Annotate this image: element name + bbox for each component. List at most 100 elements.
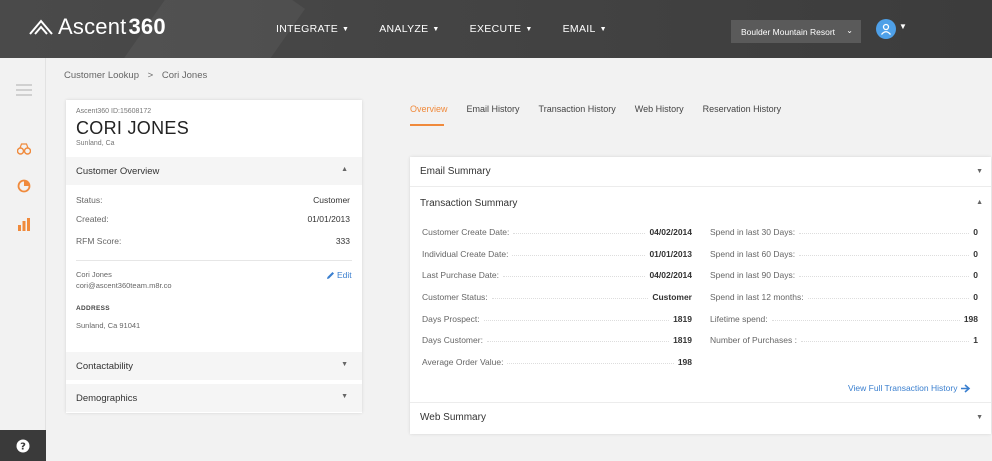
transaction-summary-header[interactable]: Transaction Summary ▲ xyxy=(410,188,991,218)
contactability-title: Contactability xyxy=(76,360,134,372)
tab-email-history[interactable]: Email History xyxy=(467,104,520,114)
detail-tabs: Overview Email History Transaction Histo… xyxy=(410,104,800,114)
tx-row-spend-60: Spend in last 60 Days: 0 xyxy=(710,249,978,259)
pencil-icon xyxy=(327,271,334,279)
status-label: Status: xyxy=(76,195,103,205)
nav-integrate-label: INTEGRATE xyxy=(276,23,339,35)
address-value: Sunland, Ca 91041 xyxy=(76,321,141,330)
email-summary-title: Email Summary xyxy=(420,166,491,177)
binoculars-icon[interactable] xyxy=(16,141,32,157)
pie-chart-icon[interactable] xyxy=(16,178,32,194)
chevron-down-icon: ▼ xyxy=(342,25,350,33)
tx-label: Customer Create Date: xyxy=(422,227,510,237)
edit-contact-button[interactable]: Edit xyxy=(326,270,352,280)
tx-label: Lifetime spend: xyxy=(710,314,768,324)
customer-overview-title: Customer Overview xyxy=(76,165,160,177)
tx-row-last-purchase: Last Purchase Date: 04/02/2014 xyxy=(422,270,692,280)
tx-value: 0 xyxy=(973,249,978,259)
email-summary-header[interactable]: Email Summary ▼ xyxy=(410,157,991,187)
customer-location: Sunland, Ca xyxy=(76,140,115,147)
top-nav-bar: Ascent 360 INTEGRATE ▼ ANALYZE ▼ EXECUTE ▼ E… xyxy=(0,0,992,58)
nav-email[interactable]: EMAIL ▼ xyxy=(563,23,607,35)
edit-label: Edit xyxy=(337,270,352,280)
tx-label: Individual Create Date: xyxy=(422,249,509,259)
tx-value: 1819 xyxy=(673,314,692,324)
tx-row-customer-create: Customer Create Date: 04/02/2014 xyxy=(422,227,692,237)
contactability-header[interactable]: Contactability ▼ xyxy=(66,352,362,380)
view-full-transaction-history-link[interactable]: View Full Transaction History xyxy=(848,383,971,393)
tx-value: 01/01/2013 xyxy=(649,249,692,259)
tx-value: 04/02/2014 xyxy=(649,270,692,280)
user-menu-caret-icon[interactable]: ▼ xyxy=(899,22,907,31)
chevron-down-icon: ▼ xyxy=(976,414,983,421)
chevron-down-icon: ▼ xyxy=(432,25,440,33)
rfm-score-label: RFM Score: xyxy=(76,236,122,246)
tab-web-history[interactable]: Web History xyxy=(635,104,684,114)
chevron-down-icon: ▼ xyxy=(341,393,348,400)
tx-value: 04/02/2014 xyxy=(649,227,692,237)
customer-overview-header[interactable]: Customer Overview ▲ xyxy=(66,157,362,185)
tx-row-days-customer: Days Customer: 1819 xyxy=(422,335,692,345)
tab-overview[interactable]: Overview xyxy=(410,104,448,114)
demographics-header[interactable]: Demographics ▼ xyxy=(66,384,362,412)
summary-card: Email Summary ▼ Transaction Summary ▲ Cu… xyxy=(410,157,991,434)
nav-analyze-label: ANALYZE xyxy=(379,23,429,35)
demographics-title: Demographics xyxy=(76,392,138,404)
chevron-up-icon: ▲ xyxy=(976,199,983,206)
arrow-right-icon xyxy=(961,383,971,393)
tx-row-individual-create: Individual Create Date: 01/01/2013 xyxy=(422,249,692,259)
nav-execute[interactable]: EXECUTE ▼ xyxy=(470,23,533,35)
app-logo[interactable]: Ascent 360 xyxy=(28,14,166,40)
breadcrumb-root-link[interactable]: Customer Lookup xyxy=(64,70,139,81)
main-nav: INTEGRATE ▼ ANALYZE ▼ EXECUTE ▼ EMAIL ▼ xyxy=(276,0,637,58)
tx-row-customer-status: Customer Status: Customer xyxy=(422,292,692,302)
status-value: Customer xyxy=(313,195,350,205)
view-full-label: View Full Transaction History xyxy=(848,383,958,393)
nav-analyze[interactable]: ANALYZE ▼ xyxy=(379,23,439,35)
tx-value: 198 xyxy=(677,357,692,367)
logo-text: Ascent xyxy=(58,14,127,39)
user-icon xyxy=(880,23,892,35)
left-rail xyxy=(0,58,46,461)
tx-label: Spend in last 12 months: xyxy=(710,292,804,302)
active-tab-indicator xyxy=(410,124,444,126)
tx-value: 1819 xyxy=(673,335,692,345)
chevron-down-icon: ▼ xyxy=(341,361,348,368)
web-summary-header[interactable]: Web Summary ▼ xyxy=(410,402,991,432)
user-avatar[interactable] xyxy=(876,19,896,39)
tx-label: Days Customer: xyxy=(422,335,483,345)
created-label: Created: xyxy=(76,214,109,224)
tab-transaction-history[interactable]: Transaction History xyxy=(539,104,616,114)
created-value: 01/01/2013 xyxy=(307,214,350,224)
customer-name: CORI JONES xyxy=(76,118,190,138)
tx-row-lifetime: Lifetime spend: 198 xyxy=(710,314,978,324)
nav-integrate[interactable]: INTEGRATE ▼ xyxy=(276,23,349,35)
tx-label: Spend in last 60 Days: xyxy=(710,249,796,259)
svg-text:?: ? xyxy=(20,441,26,452)
breadcrumb: Customer Lookup > Cori Jones xyxy=(64,70,213,81)
divider xyxy=(76,260,352,261)
transaction-summary-title: Transaction Summary xyxy=(420,197,518,209)
help-button[interactable]: ? xyxy=(0,430,46,461)
tx-row-num-purchases: Number of Purchases : 1 xyxy=(710,335,978,345)
tab-reservation-history[interactable]: Reservation History xyxy=(703,104,782,114)
tx-value: 198 xyxy=(963,314,978,324)
customer-id: Ascent360 ID:15608172 xyxy=(76,108,152,115)
contact-email: cori@ascent360team.m8r.co xyxy=(76,281,172,290)
tx-label: Customer Status: xyxy=(422,292,488,302)
customer-card: Ascent360 ID:15608172 CORI JONES Sunland… xyxy=(66,100,362,413)
tx-label: Spend in last 90 Days: xyxy=(710,270,796,280)
tx-row-spend-30: Spend in last 30 Days: 0 xyxy=(710,227,978,237)
logo-chevron-icon xyxy=(29,19,53,35)
tx-label: Average Order Value: xyxy=(422,357,504,367)
chevron-down-icon: ▼ xyxy=(599,25,607,33)
nav-email-label: EMAIL xyxy=(562,23,596,35)
help-icon: ? xyxy=(16,439,30,452)
account-select[interactable]: Boulder Mountain Resort ⌄ xyxy=(731,20,861,43)
rfm-score-value: 333 xyxy=(335,236,350,246)
tx-value: 0 xyxy=(973,292,978,302)
bar-chart-icon[interactable] xyxy=(16,216,32,232)
contact-name: Cori Jones xyxy=(76,270,112,279)
web-summary-title: Web Summary xyxy=(420,412,486,423)
hamburger-menu-icon[interactable] xyxy=(16,82,32,98)
